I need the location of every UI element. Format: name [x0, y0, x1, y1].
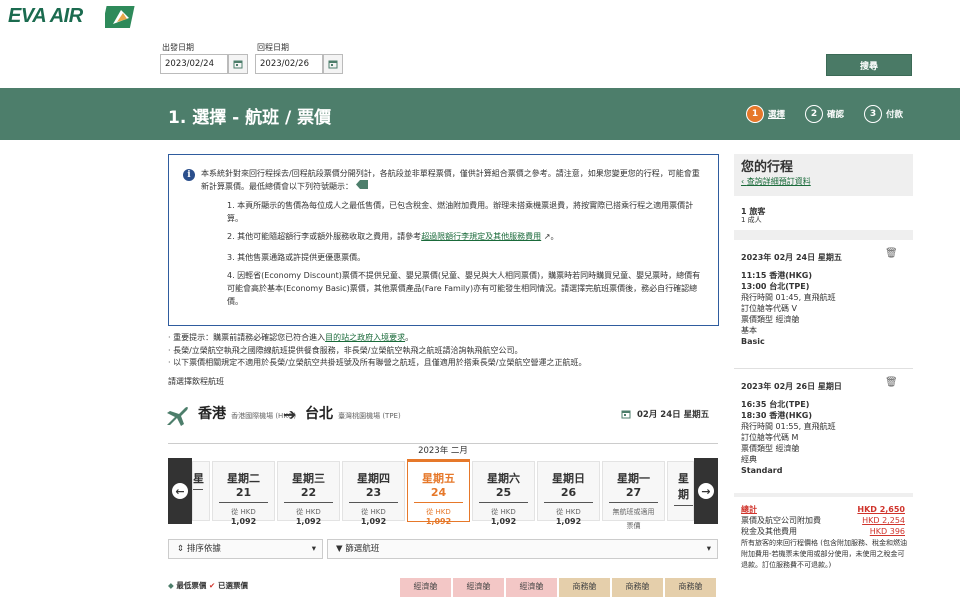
important-notes: · 重要提示：購票前請務必確認您已符合進入目的站之政府入境要求。 · 長榮/立榮…: [168, 332, 728, 388]
filter-icon: ▼: [336, 544, 346, 554]
origin-city: 香港: [198, 406, 226, 422]
destination-airport: 臺灣桃園機場 (TPE): [338, 412, 401, 420]
itinerary-title: 您的行程: [741, 160, 794, 175]
note-entry-requirements: · 重要提示：購票前請務必確認您已符合進入目的站之政府入境要求。: [168, 333, 414, 342]
notice-item-4: 4. 因輕省(Economy Discount)票價不提供兒童、嬰兒票價(兒童、…: [227, 271, 701, 306]
chevron-down-icon: ▾: [706, 544, 711, 554]
notice-item-1: 1. 本頁所顯示的售價為每位成人之最低售價，已包含稅金、燃油附加費用。辦理未搭乘…: [227, 201, 694, 223]
itinerary-sidebar: 您的行程 ‹ 查詢詳細預訂資料 1 旅客 1 成人 2023年 02月 24日 …: [734, 154, 913, 597]
route-arrow-icon: ➔: [283, 405, 297, 424]
selected-date: 02月 24日 星期五: [621, 408, 709, 420]
return-calendar-button[interactable]: [323, 54, 343, 74]
chevron-down-icon: ▾: [311, 544, 316, 554]
return-date-label: 回程日期: [257, 43, 289, 52]
date-cell-unavailable: 星期一 27 無航班或適用 票價: [602, 461, 665, 530]
fare-notice-box: i 本系統針對來回行程採去/回程航段票價分開列計，各航段並非單程票價，僅供計算組…: [168, 154, 719, 326]
eva-air-logo[interactable]: EVA AIR: [8, 5, 83, 28]
choose-flight-label: 請選擇飲程航班: [168, 376, 224, 386]
sort-icon: ⇕: [177, 544, 187, 554]
arrow-left-icon: ←: [172, 483, 188, 499]
step-number: 2: [805, 105, 823, 123]
calendar-icon: [621, 410, 631, 419]
step-confirm: 2 確認: [805, 105, 844, 123]
step-label: 選擇: [768, 110, 786, 120]
date-cell-selected[interactable]: 星期五 24 從 HKD 1,092: [407, 459, 470, 526]
next-week-button[interactable]: →: [694, 458, 718, 524]
eva-air-emblem-icon: [105, 6, 135, 28]
step-number: 1: [746, 105, 764, 123]
selected-check-icon: ✔: [209, 581, 216, 590]
calendar-icon: [233, 60, 243, 69]
date-cell[interactable]: 星期六 25 從 HKD 1,092: [472, 461, 535, 526]
step-label: 付款: [886, 110, 904, 120]
date-cell[interactable]: 星期二 21 從 HKD 1,092: [212, 461, 275, 526]
price-legend: ◆ 最低票價 ✔ 已選票價: [168, 581, 248, 590]
cabin-header-business: 商務艙: [612, 578, 663, 597]
page-title: 1. 選擇 - 航班 / 票價: [168, 108, 332, 128]
depart-calendar-button[interactable]: [228, 54, 248, 74]
step-select[interactable]: 1 選擇: [746, 105, 785, 123]
calendar-month: 2023年 二月: [168, 443, 718, 458]
date-cell[interactable]: 星期三 22 從 HKD 1,092: [277, 461, 340, 526]
passenger-card: 1 旅客 1 成人: [734, 196, 913, 230]
depart-date-label: 出發日期: [162, 43, 194, 52]
note-meal-service: · 長榮/立榮航空執飛之國際線航班提供餐食服務，非長榮/立榮航空執飛之航班請洽詢…: [168, 345, 523, 355]
date-cell[interactable]: 星期四 23 從 HKD 1,092: [342, 461, 405, 526]
price-summary-card: 總計 HKD 2,650 票價及航空公司附加費 HKD 2,254 稅金及其他費…: [734, 497, 913, 597]
origin: 香港 香港國際機場 (HKG): [198, 403, 296, 423]
notice-item-3: 3. 其他售票通路或許提供更優惠票價。: [227, 253, 366, 262]
date-cell[interactable]: 星期日 26 從 HKD 1,092: [537, 461, 600, 526]
date-strip: ← 星 星期二 21 從 HKD 1,092 星期三 22 從 HKD 1,092 星期…: [168, 458, 718, 530]
cabin-header-economy: 經濟艙: [453, 578, 504, 597]
cabin-header-economy: 經濟艙: [506, 578, 557, 597]
date-cell-peek-right[interactable]: 星期: [667, 461, 694, 521]
step-payment: 3 付款: [864, 105, 903, 123]
booking-details-link[interactable]: ‹ 查詢詳細預訂資料: [741, 176, 811, 187]
depart-date-input[interactable]: 2023/02/24: [160, 54, 228, 74]
inbound-flight-card: 2023年 02月 26日 星期日 🗑 16:35 台北(TPE) 18:30 …: [734, 368, 913, 493]
sort-dropdown[interactable]: ⇕ 排序依據 ▾: [168, 539, 323, 559]
destination: 台北 臺灣桃園機場 (TPE): [305, 403, 401, 423]
note-codeshare: · 以下票價相關規定不適用於長榮/立榮航空共掛班號及所有聯營之航班，且僅適用於搭…: [168, 358, 587, 367]
baggage-fee-link[interactable]: 超過限額行李規定及其他服務費用: [421, 232, 541, 241]
calendar-icon: [328, 60, 338, 69]
cabin-header-business: 商務艙: [559, 578, 610, 597]
lowest-price-tag-icon: [355, 180, 368, 189]
outbound-flight-card: 2023年 02月 24日 星期五 🗑 11:15 香港(HKG) 13:00 …: [734, 240, 913, 368]
filter-dropdown[interactable]: ▼ 篩選航班 ▾: [327, 539, 718, 559]
notice-intro: 本系統針對來回行程採去/回程航段票價分開列計，各航段並非單程票價，僅供計算組合票…: [201, 169, 700, 191]
search-button[interactable]: 搜尋: [826, 54, 912, 76]
notice-item-2: 2. 其他可能隨超額行李或額外服務收取之費用，請參考超過限額行李規定及其他服務費…: [227, 232, 559, 241]
destination-city: 台北: [305, 406, 333, 422]
prev-week-button[interactable]: ←: [168, 458, 192, 524]
trash-icon[interactable]: 🗑: [885, 248, 898, 259]
lowest-price-tag-icon: ◆: [168, 581, 174, 590]
trash-icon[interactable]: 🗑: [885, 377, 898, 388]
step-number: 3: [864, 105, 882, 123]
entry-requirements-link[interactable]: 目的站之政府入境要求: [325, 333, 405, 342]
info-icon: i: [183, 169, 195, 181]
step-label: 確認: [827, 110, 845, 120]
cabin-header-business: 商務艙: [665, 578, 716, 597]
date-cell-peek-left[interactable]: 星: [192, 461, 210, 521]
airplane-icon: [167, 406, 188, 426]
arrow-right-icon: →: [698, 483, 714, 499]
cabin-header-economy: 經濟艙: [400, 578, 451, 597]
return-date-input[interactable]: 2023/02/26: [255, 54, 323, 74]
